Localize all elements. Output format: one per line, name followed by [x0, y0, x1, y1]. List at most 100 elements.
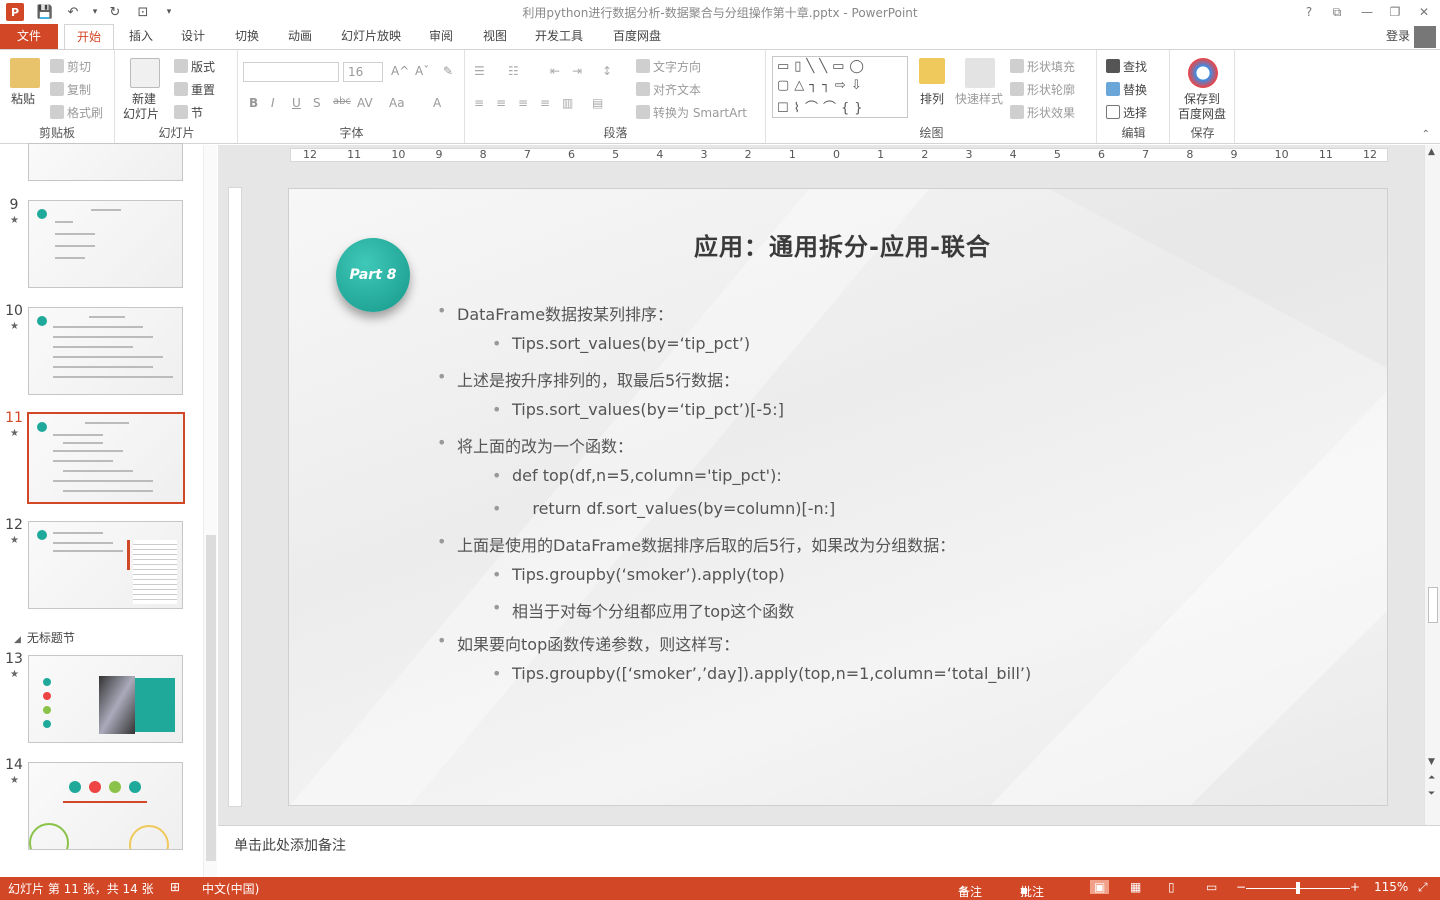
tab-design[interactable]: 设计: [172, 24, 214, 49]
shapes-gallery[interactable]: ▭▯╲╲▭◯ ▢△┐┐⇨⇩ ☐⌇⌒⌒{}: [772, 56, 908, 118]
text-direction-button[interactable]: 文字方向: [636, 58, 701, 75]
restore-icon[interactable]: ❐: [1382, 2, 1408, 22]
slide-thumbnail-8[interactable]: [28, 143, 183, 181]
slide-thumbnail-14[interactable]: [28, 762, 183, 850]
font-name-field[interactable]: [243, 62, 339, 82]
align-text-button[interactable]: 对齐文本: [636, 81, 701, 98]
help-icon[interactable]: ?: [1296, 2, 1322, 22]
shape-effects-button[interactable]: 形状效果: [1010, 104, 1075, 121]
italic-button[interactable]: I: [271, 96, 275, 110]
layout-button[interactable]: 版式: [174, 58, 215, 75]
bullet-item[interactable]: • 上面是使用的DataFrame数据排序后取的后5行，如果改为分组数据：: [437, 532, 955, 556]
format-painter-button[interactable]: 格式刷: [50, 104, 103, 121]
tab-home[interactable]: 开始: [64, 24, 114, 50]
normal-view-icon[interactable]: ▣: [1090, 880, 1110, 894]
slide-scrollbar-thumb[interactable]: [1428, 587, 1438, 623]
minimize-icon[interactable]: —: [1354, 2, 1380, 22]
section-header[interactable]: ◢ 无标题节: [14, 629, 75, 646]
copy-button[interactable]: 复制: [50, 81, 91, 98]
bullet-item[interactable]: • Tips.groupby(‘smoker’).apply(top): [492, 565, 785, 584]
ribbon-display-options-icon[interactable]: ⧉: [1324, 2, 1350, 22]
decrease-font-icon[interactable]: Aˇ: [415, 64, 429, 78]
font-color-button[interactable]: A: [433, 96, 441, 110]
bullet-item[interactable]: • def top(df,n=5,column='tip_pct'):: [492, 466, 782, 485]
arrange-button[interactable]: 排列: [920, 90, 944, 107]
bullet-item[interactable]: • DataFrame数据按某列排序：: [437, 301, 673, 325]
spell-check-icon[interactable]: ⊞: [170, 880, 180, 894]
decrease-indent-icon[interactable]: ⇤: [550, 64, 560, 78]
reading-view-icon[interactable]: ▯: [1168, 880, 1175, 894]
bullets-icon[interactable]: ☰: [474, 64, 485, 78]
close-icon[interactable]: ✕: [1411, 2, 1437, 22]
new-slide-label[interactable]: 幻灯片: [123, 105, 159, 122]
line-spacing-icon[interactable]: ↕: [602, 64, 612, 78]
font-size-field[interactable]: 16: [343, 62, 383, 82]
current-slide[interactable]: Part 8 应用：通用拆分-应用-联合 • DataFrame数据按某列排序： •…: [288, 188, 1388, 806]
strikethrough-button[interactable]: abc: [333, 96, 351, 107]
tab-baidu-netdisk[interactable]: 百度网盘: [604, 24, 670, 49]
bullet-item[interactable]: • Tips.sort_values(by=‘tip_pct’)[-5:]: [492, 400, 784, 419]
distributed-icon[interactable]: ▥: [562, 96, 573, 110]
bullet-item[interactable]: • 相当于对每个分组都应用了top这个函数: [492, 598, 794, 622]
notes-placeholder[interactable]: 单击此处添加备注: [234, 835, 346, 855]
bullet-item[interactable]: • 将上面的改为一个函数：: [437, 433, 633, 457]
slideshow-icon[interactable]: ▭: [1206, 880, 1217, 894]
fit-to-window-icon[interactable]: ⤢: [1418, 880, 1428, 895]
save-to-netdisk-line2[interactable]: 百度网盘: [1178, 105, 1226, 122]
tab-file[interactable]: 文件: [0, 24, 58, 49]
tab-animations[interactable]: 动画: [279, 24, 321, 49]
paste-button[interactable]: 粘贴: [11, 90, 35, 107]
section-button[interactable]: 节: [174, 104, 203, 121]
find-button[interactable]: 查找: [1106, 58, 1147, 75]
tab-slideshow[interactable]: 幻灯片放映: [333, 24, 409, 49]
scroll-up-icon[interactable]: ▲: [1428, 147, 1435, 157]
align-center-icon[interactable]: ≡: [496, 96, 506, 110]
align-right-icon[interactable]: ≡: [518, 96, 528, 110]
numbering-icon[interactable]: ☷: [508, 64, 519, 78]
convert-smartart-button[interactable]: 转换为 SmartArt: [636, 104, 747, 121]
tab-transitions[interactable]: 切换: [226, 24, 268, 49]
shape-fill-button[interactable]: 形状填充: [1010, 58, 1075, 75]
change-case-button[interactable]: Aa: [389, 96, 405, 110]
reset-button[interactable]: 重置: [174, 81, 215, 98]
language-indicator[interactable]: 中文(中国): [202, 880, 259, 897]
bullet-item[interactable]: • Tips.sort_values(by=‘tip_pct’): [492, 334, 750, 353]
bullet-item[interactable]: • 如果要向top函数传递参数，则这样写：: [437, 631, 739, 655]
cut-button[interactable]: 剪切: [50, 58, 91, 75]
scroll-down-icon[interactable]: ▼: [1428, 757, 1435, 767]
slide-thumbnail-11[interactable]: [27, 412, 185, 504]
tab-insert[interactable]: 插入: [120, 24, 162, 49]
align-left-icon[interactable]: ≡: [474, 96, 484, 110]
user-avatar[interactable]: [1414, 26, 1436, 48]
login-link[interactable]: 登录: [1386, 27, 1410, 44]
slide-thumbnail-13[interactable]: [28, 655, 183, 743]
bullet-item[interactable]: • Tips.groupby([‘smoker’,’day]).apply(top…: [492, 664, 1031, 683]
shadow-button[interactable]: S: [313, 96, 321, 110]
slide-title[interactable]: 应用：通用拆分-应用-联合: [694, 227, 991, 262]
bullet-item[interactable]: • 上述是按升序排列的，取最后5行数据：: [437, 367, 739, 391]
zoom-out-icon[interactable]: −: [1236, 880, 1246, 894]
slide-thumbnail-12[interactable]: [28, 521, 183, 609]
bullet-item[interactable]: • return df.sort_values(by=column)[-n:]: [492, 499, 835, 518]
notes-pane[interactable]: 单击此处添加备注: [218, 825, 1440, 877]
previous-slide-icon[interactable]: ⏶: [1428, 773, 1435, 783]
columns-icon[interactable]: ▤: [592, 96, 603, 110]
slide-thumbnail-9[interactable]: [28, 200, 183, 288]
increase-font-icon[interactable]: A^: [391, 64, 409, 78]
shape-outline-button[interactable]: 形状轮廓: [1010, 81, 1075, 98]
next-slide-icon[interactable]: ⏷: [1428, 789, 1435, 799]
collapse-section-icon[interactable]: ◢: [14, 635, 21, 645]
underline-button[interactable]: U: [292, 96, 301, 110]
justify-icon[interactable]: ≡: [540, 96, 550, 110]
quick-styles-button[interactable]: 快速样式: [955, 90, 1003, 107]
increase-indent-icon[interactable]: ⇥: [572, 64, 582, 78]
thumbnail-scrollbar[interactable]: [203, 145, 217, 877]
slide-thumbnail-10[interactable]: [28, 307, 183, 395]
zoom-level[interactable]: 115%: [1374, 880, 1408, 894]
zoom-in-icon[interactable]: +: [1350, 880, 1360, 894]
bold-button[interactable]: B: [249, 96, 258, 110]
tab-developer[interactable]: 开发工具: [528, 24, 590, 49]
thumbnail-scrollbar-thumb[interactable]: [206, 535, 216, 861]
zoom-slider-thumb[interactable]: [1296, 882, 1300, 894]
select-button[interactable]: 选择: [1106, 104, 1147, 121]
